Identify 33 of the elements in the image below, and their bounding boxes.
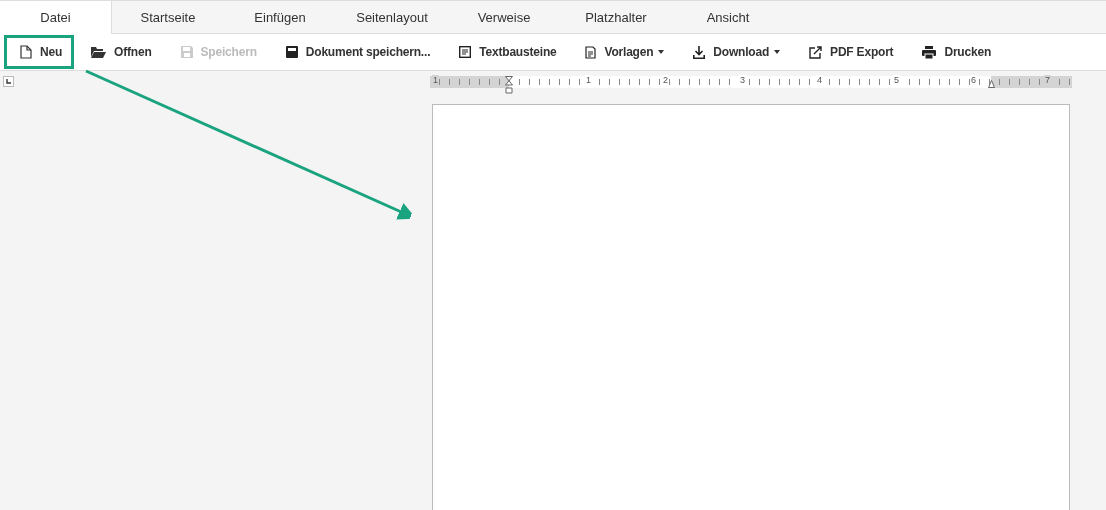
toolbar-button[interactable]: Textbausteine	[443, 35, 569, 69]
tab[interactable]: Seitenlayout	[336, 1, 448, 34]
toolbar-button[interactable]: Neu	[4, 35, 75, 69]
toolbar-button[interactable]: Dokument speichern...	[269, 35, 443, 69]
folder-icon	[91, 46, 107, 58]
ruler-number: 3	[739, 75, 746, 85]
document-icon	[585, 45, 597, 59]
export-icon	[809, 45, 823, 59]
tab[interactable]: Ansicht	[672, 1, 784, 34]
ruler-number: 4	[816, 75, 823, 85]
tab[interactable]: Platzhalter	[560, 1, 672, 34]
toolbar-button[interactable]: PDF Export	[793, 35, 906, 69]
toolbar-button[interactable]: Vorlagen	[569, 35, 677, 69]
ruler-number: 5	[893, 75, 900, 85]
tab[interactable]: Datei	[0, 1, 112, 34]
tab[interactable]: Startseite	[112, 1, 224, 34]
tab[interactable]: Einfügen	[224, 1, 336, 34]
indent-marker-icon[interactable]	[505, 76, 513, 94]
page-icon	[20, 45, 32, 59]
download-icon	[693, 45, 706, 59]
ruler-number: 2	[662, 75, 669, 85]
toolbar-button[interactable]: Download	[677, 35, 793, 69]
indent-marker-icon[interactable]	[988, 80, 995, 88]
tab[interactable]: Verweise	[448, 1, 560, 34]
ruler-number: 6	[970, 75, 977, 85]
toolbar-button[interactable]: Drucken	[906, 35, 1004, 69]
printer-icon	[922, 45, 937, 59]
text-block-icon	[459, 46, 472, 58]
ruler-number: 1	[432, 75, 439, 85]
ruler-number: 1	[585, 75, 592, 85]
toolbar-button[interactable]: Offnen	[75, 35, 164, 69]
tab-stop-icon[interactable]	[3, 76, 14, 87]
ruler-number: 7	[1044, 75, 1051, 85]
